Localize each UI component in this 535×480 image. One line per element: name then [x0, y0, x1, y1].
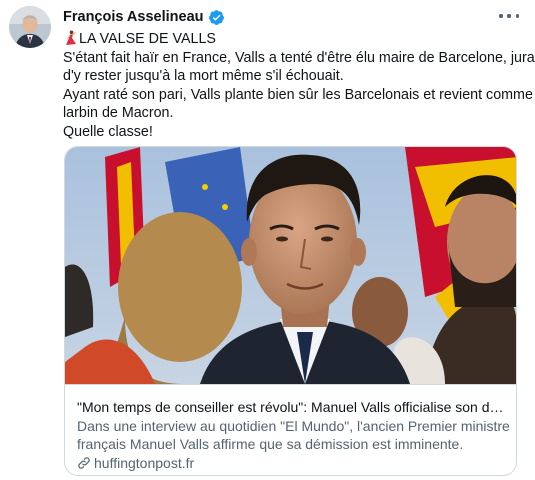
- tweet-line: Ayant raté son pari, Valls plante bien s…: [63, 86, 533, 103]
- tweet-headline: LA VALSE DE VALLS: [79, 31, 216, 47]
- card-description-line: Dans une interview au quotidien "El Mund…: [77, 418, 510, 434]
- tweet[interactable]: François Asselineau LA VALSE DE VALLS S'…: [0, 0, 535, 480]
- card-title[interactable]: "Mon temps de conseiller est révolu": Ma…: [77, 398, 505, 416]
- link-preview-card[interactable]: "Mon temps de conseiller est révolu": Ma…: [64, 146, 517, 476]
- link-icon: [77, 456, 91, 470]
- tweet-line: Quelle classe!: [63, 123, 153, 140]
- more-options-icon[interactable]: [499, 9, 519, 23]
- author-name[interactable]: François Asselineau: [63, 9, 204, 25]
- verified-badge-icon: [208, 9, 225, 26]
- card-description-line: français Manuel Valls affirme que sa dém…: [77, 436, 464, 452]
- tweet-line: d'y rester jusqu'à la mort même s'il éch…: [63, 68, 344, 84]
- tweet-line: LA VALSE DE VALLS: [63, 30, 523, 49]
- tweet-text: LA VALSE DE VALLS S'étant fait haïr en F…: [63, 30, 535, 141]
- card-domain[interactable]: huffingtonpost.fr: [77, 454, 506, 472]
- card-domain-text: huffingtonpost.fr: [94, 455, 195, 471]
- card-image[interactable]: [65, 147, 516, 384]
- tweet-line: larbin de Macron.: [63, 105, 174, 121]
- card-description: Dans une interview au quotidien "El Mund…: [77, 417, 510, 453]
- tweet-line: S'étant fait haïr en France, Valls a ten…: [63, 49, 535, 66]
- tweet-header: François Asselineau: [63, 7, 225, 27]
- dancer-icon: [63, 30, 77, 46]
- author-avatar[interactable]: [9, 6, 51, 48]
- card-body[interactable]: "Mon temps de conseiller est révolu": Ma…: [65, 384, 516, 475]
